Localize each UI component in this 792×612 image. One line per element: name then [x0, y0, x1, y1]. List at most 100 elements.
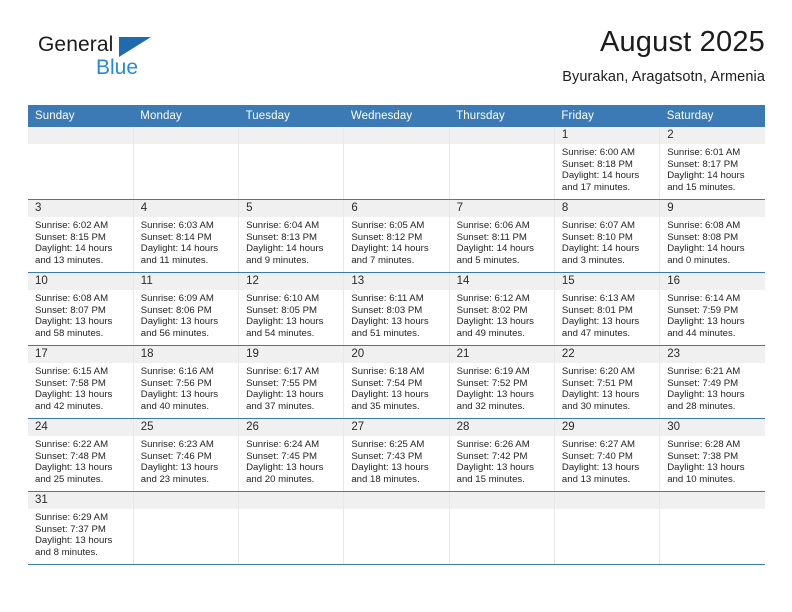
- daylight-text-line1: Daylight: 14 hours: [561, 170, 640, 182]
- daylight-text-line1: Daylight: 14 hours: [35, 243, 113, 255]
- calendar-day-cell[interactable]: 3 Sunrise: 6:02 AM Sunset: 8:15 PM Daylight…: [28, 199, 134, 273]
- day-sun-info: Sunrise: 6:12 AM Sunset: 8:02 PM Daylight:…: [450, 290, 554, 339]
- calendar-day-cell[interactable]: 23 Sunrise: 6:21 AM Sunset: 7:49 PM Dayligh…: [659, 345, 765, 419]
- calendar-empty-cell: [343, 491, 450, 565]
- sunrise-text: Sunrise: 6:20 AM: [561, 366, 635, 377]
- day-number: [28, 127, 133, 144]
- day-number: [554, 492, 660, 509]
- calendar-empty-cell: [659, 491, 765, 565]
- sunrise-text: Sunrise: 6:21 AM: [667, 366, 741, 377]
- calendar-day-cell[interactable]: 17 Sunrise: 6:15 AM Sunset: 7:58 PM Dayligh…: [28, 345, 134, 419]
- sunrise-text: Sunrise: 6:27 AM: [561, 439, 635, 450]
- sunset-text: Sunset: 7:52 PM: [456, 377, 528, 389]
- calendar-day-cell[interactable]: 19 Sunrise: 6:17 AM Sunset: 7:55 PM Dayligh…: [238, 345, 345, 419]
- day-sun-info: Sunrise: 6:08 AM Sunset: 8:07 PM Daylight:…: [28, 290, 133, 339]
- day-number: 8: [554, 200, 660, 217]
- sunset-text: Sunset: 7:49 PM: [667, 377, 739, 389]
- calendar-day-cell[interactable]: 9 Sunrise: 6:08 AM Sunset: 8:08 PM Daylight…: [659, 199, 765, 273]
- calendar-day-cell[interactable]: 16 Sunrise: 6:14 AM Sunset: 7:59 PM Dayligh…: [659, 272, 765, 346]
- sunset-text: Sunset: 7:55 PM: [246, 377, 317, 389]
- day-sun-info: Sunrise: 6:13 AM Sunset: 8:01 PM Daylight:…: [555, 290, 659, 339]
- calendar-day-cell[interactable]: 25 Sunrise: 6:23 AM Sunset: 7:46 PM Dayligh…: [133, 418, 240, 492]
- calendar-day-cell[interactable]: 2 Sunrise: 6:01 AM Sunset: 8:17 PM Daylight…: [659, 127, 765, 200]
- day-number: 20: [344, 346, 449, 363]
- sunrise-text: Sunrise: 6:19 AM: [456, 366, 530, 377]
- sunset-text: Sunset: 8:05 PM: [246, 304, 317, 316]
- calendar-empty-cell: [554, 491, 661, 565]
- sunset-text: Sunset: 7:42 PM: [456, 450, 528, 462]
- day-sun-info: Sunrise: 6:26 AM Sunset: 7:42 PM Daylight:…: [450, 436, 554, 485]
- daylight-text-line2: and 35 minutes.: [351, 400, 420, 412]
- sunset-text: Sunset: 7:59 PM: [667, 304, 739, 316]
- sunrise-text: Sunrise: 6:15 AM: [35, 366, 109, 377]
- day-number: 17: [28, 346, 133, 363]
- calendar-day-cell[interactable]: 21 Sunrise: 6:19 AM Sunset: 7:52 PM Dayligh…: [449, 345, 555, 419]
- calendar-day-cell[interactable]: 8 Sunrise: 6:07 AM Sunset: 8:10 PM Daylight…: [554, 199, 661, 273]
- sunset-text: Sunset: 8:08 PM: [667, 231, 739, 243]
- calendar-day-cell[interactable]: 1 Sunrise: 6:00 AM Sunset: 8:18 PM Daylight…: [554, 127, 661, 200]
- general-blue-logo[interactable]: General Blue: [38, 33, 218, 89]
- page-title: August 2025: [599, 26, 765, 58]
- day-number: 23: [660, 346, 765, 363]
- sunrise-text: Sunrise: 6:18 AM: [351, 366, 425, 377]
- sunrise-text: Sunrise: 6:24 AM: [246, 439, 320, 450]
- calendar-day-cell[interactable]: 29 Sunrise: 6:27 AM Sunset: 7:40 PM Dayligh…: [554, 418, 661, 492]
- calendar-day-cell[interactable]: 18 Sunrise: 6:16 AM Sunset: 7:56 PM Dayligh…: [133, 345, 240, 419]
- daylight-text-line1: Daylight: 13 hours: [35, 535, 113, 547]
- daylight-text-line1: Daylight: 13 hours: [35, 389, 113, 401]
- calendar-day-cell[interactable]: 24 Sunrise: 6:22 AM Sunset: 7:48 PM Dayligh…: [28, 418, 134, 492]
- calendar-body: 1 Sunrise: 6:00 AM Sunset: 8:18 PM Daylight…: [28, 127, 765, 565]
- daylight-text-line2: and 23 minutes.: [140, 473, 210, 485]
- calendar-day-cell[interactable]: 11 Sunrise: 6:09 AM Sunset: 8:06 PM Dayligh…: [133, 272, 240, 346]
- calendar-day-cell[interactable]: 30 Sunrise: 6:28 AM Sunset: 7:38 PM Dayligh…: [659, 418, 765, 492]
- sunset-text: Sunset: 7:40 PM: [561, 450, 633, 462]
- calendar-day-cell[interactable]: 14 Sunrise: 6:12 AM Sunset: 8:02 PM Dayligh…: [449, 272, 555, 346]
- calendar-day-cell[interactable]: 26 Sunrise: 6:24 AM Sunset: 7:45 PM Dayligh…: [238, 418, 345, 492]
- daylight-text-line1: Daylight: 13 hours: [140, 462, 219, 474]
- sunrise-text: Sunrise: 6:08 AM: [35, 293, 109, 304]
- sunrise-text: Sunrise: 6:09 AM: [140, 293, 214, 304]
- calendar-day-cell[interactable]: 10 Sunrise: 6:08 AM Sunset: 8:07 PM Dayligh…: [28, 272, 134, 346]
- daylight-text-line2: and 5 minutes.: [456, 254, 520, 266]
- sunrise-text: Sunrise: 6:23 AM: [140, 439, 214, 450]
- daylight-text-line2: and 11 minutes.: [140, 254, 209, 266]
- calendar-day-cell[interactable]: 20 Sunrise: 6:18 AM Sunset: 7:54 PM Dayligh…: [343, 345, 450, 419]
- day-number: 4: [133, 200, 239, 217]
- daylight-text-line1: Daylight: 13 hours: [351, 462, 429, 474]
- sunrise-text: Sunrise: 6:06 AM: [456, 220, 530, 231]
- daylight-text-line1: Daylight: 13 hours: [351, 316, 429, 328]
- day-number: 21: [449, 346, 554, 363]
- sunrise-text: Sunrise: 6:10 AM: [246, 293, 320, 304]
- calendar-day-cell[interactable]: 27 Sunrise: 6:25 AM Sunset: 7:43 PM Dayligh…: [343, 418, 450, 492]
- sunset-text: Sunset: 7:45 PM: [246, 450, 317, 462]
- logo-text-blue: Blue: [96, 56, 139, 79]
- day-number: 12: [239, 273, 344, 290]
- day-number: [344, 492, 449, 509]
- day-sun-info: Sunrise: 6:17 AM Sunset: 7:55 PM Daylight:…: [239, 363, 343, 412]
- sunset-text: Sunset: 8:02 PM: [456, 304, 528, 316]
- day-number: [239, 127, 344, 144]
- calendar-empty-cell: [449, 491, 555, 565]
- calendar-empty-cell: [133, 127, 240, 200]
- day-sun-info: Sunrise: 6:25 AM Sunset: 7:43 PM Daylight:…: [344, 436, 448, 485]
- day-sun-info: Sunrise: 6:23 AM Sunset: 7:46 PM Daylight:…: [134, 436, 238, 485]
- calendar-day-cell[interactable]: 6 Sunrise: 6:05 AM Sunset: 8:12 PM Daylight…: [343, 199, 450, 273]
- calendar-day-cell[interactable]: 31 Sunrise: 6:29 AM Sunset: 7:37 PM Dayligh…: [28, 491, 134, 565]
- calendar-day-cell[interactable]: 5 Sunrise: 6:04 AM Sunset: 8:13 PM Daylight…: [238, 199, 345, 273]
- calendar-day-cell[interactable]: 22 Sunrise: 6:20 AM Sunset: 7:51 PM Dayligh…: [554, 345, 661, 419]
- day-sun-info: Sunrise: 6:06 AM Sunset: 8:11 PM Daylight:…: [450, 217, 554, 266]
- calendar-day-cell[interactable]: 28 Sunrise: 6:26 AM Sunset: 7:42 PM Dayligh…: [449, 418, 555, 492]
- calendar-week-row: 17 Sunrise: 6:15 AM Sunset: 7:58 PM Dayligh…: [28, 345, 765, 419]
- day-sun-info: Sunrise: 6:11 AM Sunset: 8:03 PM Daylight:…: [344, 290, 448, 339]
- daylight-text-line1: Daylight: 14 hours: [667, 170, 745, 182]
- daylight-text-line2: and 47 minutes.: [561, 327, 631, 339]
- calendar-head: Sunday Monday Tuesday Wednesday Thursday…: [28, 105, 765, 127]
- calendar-day-cell[interactable]: 13 Sunrise: 6:11 AM Sunset: 8:03 PM Dayligh…: [343, 272, 450, 346]
- calendar-day-cell[interactable]: 7 Sunrise: 6:06 AM Sunset: 8:11 PM Daylight…: [449, 199, 555, 273]
- calendar-day-cell[interactable]: 15 Sunrise: 6:13 AM Sunset: 8:01 PM Dayligh…: [554, 272, 661, 346]
- calendar-day-cell[interactable]: 12 Sunrise: 6:10 AM Sunset: 8:05 PM Dayligh…: [238, 272, 345, 346]
- day-number: 7: [449, 200, 554, 217]
- daylight-text-line2: and 15 minutes.: [667, 181, 736, 193]
- calendar-day-cell[interactable]: 4 Sunrise: 6:03 AM Sunset: 8:14 PM Daylight…: [133, 199, 240, 273]
- day-sun-info: Sunrise: 6:15 AM Sunset: 7:58 PM Daylight:…: [28, 363, 133, 412]
